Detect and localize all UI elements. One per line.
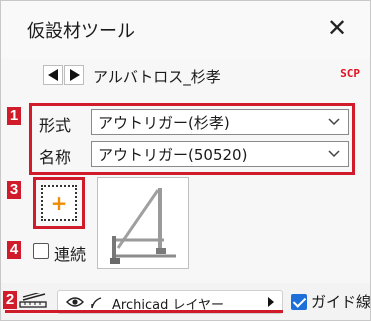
continuous-label: 連続 [54, 245, 87, 264]
add-icon: + [50, 191, 68, 215]
guide-line-checkbox[interactable] [291, 294, 307, 310]
close-icon[interactable]: ✕ [320, 11, 354, 45]
marker-2: 2 [3, 291, 17, 309]
marker-1: 1 [7, 107, 21, 125]
type-select[interactable]: アウトリガー(杉孝) [91, 109, 349, 135]
title-bar: 仮設材ツール ✕ [1, 1, 370, 59]
outrigger-preview-drawing [110, 188, 176, 264]
arrow-right-icon [268, 297, 274, 307]
marker-4: 4 [7, 241, 21, 259]
layer-highlight-underline [5, 310, 283, 313]
bottom-toolbar: 2 Archicad レイヤー ガイド線 [1, 283, 370, 320]
name-select[interactable]: アウトリガー(50520) [91, 141, 349, 167]
eye-icon[interactable] [66, 296, 84, 308]
preview-image [97, 177, 189, 269]
marker-3: 3 [7, 181, 21, 199]
name-label: 名称 [39, 148, 72, 167]
name-select-value: アウトリガー(50520) [98, 146, 248, 164]
prev-arrow-icon[interactable] [43, 65, 63, 85]
add-button[interactable]: + [41, 185, 77, 221]
pen-icon[interactable] [90, 296, 104, 310]
guide-line-label: ガイド線 [311, 293, 371, 311]
type-label: 形式 [39, 116, 72, 135]
tool-palette-window: 仮設材ツール ✕ アルバトロス_杉孝 SCP 1 形式 アウトリガー(杉孝) 名… [0, 0, 371, 321]
type-select-value: アウトリガー(杉孝) [98, 114, 230, 132]
pencil-ruler-icon[interactable] [19, 293, 49, 309]
scp-badge[interactable]: SCP [340, 67, 360, 80]
next-arrow-icon[interactable] [64, 65, 84, 85]
item-name: アルバトロス_杉孝 [93, 68, 221, 86]
chevron-down-icon [328, 118, 340, 126]
item-navigation: アルバトロス_杉孝 SCP [1, 59, 370, 93]
continuous-checkbox[interactable] [33, 243, 49, 259]
checkmark-icon [292, 294, 307, 308]
window-title: 仮設材ツール [27, 21, 135, 42]
chevron-down-icon [328, 150, 340, 158]
